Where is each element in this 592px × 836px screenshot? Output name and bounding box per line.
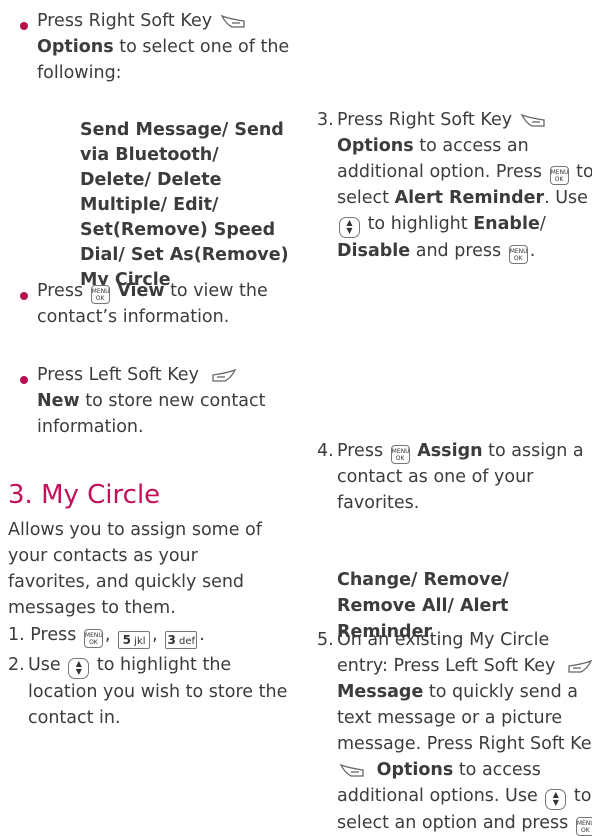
key-3-icon: 3 def bbox=[165, 631, 198, 649]
bullet-dot bbox=[20, 22, 28, 30]
step-3: 3. Press Right Soft Key Options to acces… bbox=[317, 110, 592, 264]
menu-ok-key-icon: MENUOK bbox=[508, 245, 528, 264]
bullet-view: Press MENU OK View to view the contact’s … bbox=[8, 278, 309, 330]
bullet-dot bbox=[20, 292, 28, 300]
step-4: 4. Press MENU OK Assign to assign a conta… bbox=[317, 441, 584, 513]
navigation-key-icon: ▲ ▼ bbox=[545, 789, 567, 810]
step-1: 1. Press MENU OK, 5 jkl, 3 def. bbox=[8, 625, 205, 649]
options-list: Send Message/ Send via Bluetooth/ Delete… bbox=[80, 120, 289, 290]
intro-text: Allows you to assign some of your contac… bbox=[8, 520, 262, 618]
navigation-key-icon: ▲ ▼ bbox=[339, 217, 360, 238]
left-soft-key-icon bbox=[211, 368, 236, 382]
left-soft-key-icon bbox=[568, 659, 592, 673]
bullet-right-soft-key: Press Right Soft Key Options to select o… bbox=[8, 8, 309, 86]
bullet-new: Press Left Soft Key New to store new con… bbox=[8, 362, 309, 440]
manual-page: Press Right Soft Key Options to select o… bbox=[0, 0, 592, 836]
key-5-icon: 5 jkl bbox=[118, 631, 151, 649]
menu-ok-key-icon: MENUOK bbox=[83, 629, 103, 648]
section-heading: 3. My Circle bbox=[8, 480, 161, 510]
menu-ok-key-icon: MENUOK bbox=[575, 817, 592, 836]
step-2: 2. Use ▲ ▼ to highlight the location you … bbox=[8, 655, 288, 728]
right-soft-key-icon bbox=[339, 763, 364, 777]
right-soft-key-icon bbox=[520, 113, 545, 127]
navigation-key-icon: ▲ ▼ bbox=[68, 658, 90, 679]
right-options-list: Change/ Remove/ Remove All/ Alert Remind… bbox=[337, 570, 509, 642]
menu-ok-key-icon: MENUOK bbox=[390, 445, 410, 464]
step-5: 5. On an existing My Circle entry: Press… bbox=[317, 627, 592, 836]
right-soft-key-icon bbox=[220, 14, 245, 28]
menu-ok-key-icon: MENUOK bbox=[90, 285, 110, 304]
bullet-dot bbox=[20, 376, 28, 384]
menu-ok-key-icon: MENUOK bbox=[549, 166, 569, 185]
